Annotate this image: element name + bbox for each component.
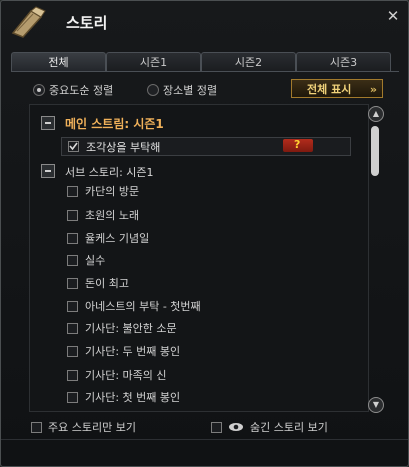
item-checkbox[interactable] bbox=[67, 186, 78, 197]
tab-season1[interactable]: 시즌1 bbox=[106, 52, 201, 72]
list-item-label: 아네스트의 부탁 - 첫번째 bbox=[85, 300, 201, 313]
collapse-minus-icon[interactable] bbox=[41, 164, 55, 178]
show-all-button[interactable]: 전체 표시 » bbox=[291, 79, 383, 98]
item-checkbox[interactable] bbox=[67, 392, 78, 403]
scroll-thumb[interactable] bbox=[371, 126, 379, 176]
item-checkbox[interactable] bbox=[67, 255, 78, 266]
checkmark-icon bbox=[69, 142, 78, 151]
item-checkbox[interactable] bbox=[68, 141, 79, 152]
list-item[interactable]: 돈이 최고 bbox=[67, 275, 347, 291]
list-item-label: 카단의 방문 bbox=[85, 185, 140, 198]
list-item-label: 기사단: 두 번째 봉인 bbox=[85, 345, 181, 358]
title-bar: 스토리 ✕ bbox=[1, 1, 408, 47]
tab-divider bbox=[11, 71, 399, 72]
list-item[interactable]: 아네스트의 부탁 - 첫번째 bbox=[67, 298, 347, 314]
tab-bar: 전체 시즌1 시즌2 시즌3 bbox=[11, 52, 397, 72]
scroll-up-icon[interactable]: ▲ bbox=[368, 106, 384, 122]
sub-story-title: 서브 스토리: 시즌1 bbox=[65, 166, 154, 179]
double-chevron-right-icon: » bbox=[369, 83, 377, 96]
main-story-header[interactable]: 메인 스트림: 시즌1 bbox=[39, 114, 369, 132]
story-window: 스토리 ✕ 전체 시즌1 시즌2 시즌3 중요도순 정렬 장소별 정렬 전체 표… bbox=[0, 0, 409, 467]
scrollbar[interactable]: ▲ ▼ bbox=[368, 104, 384, 413]
list-item-label: 실수 bbox=[85, 254, 106, 267]
footer-divider bbox=[1, 439, 408, 440]
tab-season3[interactable]: 시즌3 bbox=[296, 52, 391, 72]
list-item[interactable]: 기사단: 두 번째 봉인 bbox=[67, 343, 347, 359]
sub-story-header[interactable]: 서브 스토리: 시즌1 bbox=[39, 163, 369, 179]
list-item[interactable]: 실수 bbox=[67, 252, 347, 268]
sort-location-label: 장소별 정렬 bbox=[163, 84, 218, 97]
list-item-label: 기사단: 첫 번째 봉인 bbox=[85, 391, 181, 404]
list-item-label: 초원의 노래 bbox=[85, 209, 140, 222]
list-item-label: 돈이 최고 bbox=[85, 277, 129, 290]
main-only-toggle[interactable]: 주요 스토리만 보기 bbox=[31, 419, 136, 435]
sort-importance-radio[interactable]: 중요도순 정렬 bbox=[33, 82, 113, 98]
list-item[interactable]: 기사단: 불안한 소문 bbox=[67, 320, 347, 336]
show-all-label: 전체 표시 bbox=[307, 83, 352, 96]
list-item-label: 기사단: 마족의 신 bbox=[85, 369, 167, 382]
item-checkbox[interactable] bbox=[67, 323, 78, 334]
list-item-label: 기사단: 불안한 소문 bbox=[85, 322, 177, 335]
main-only-label: 주요 스토리만 보기 bbox=[48, 421, 136, 434]
hidden-story-label: 숨긴 스토리 보기 bbox=[250, 421, 328, 434]
main-story-item[interactable]: 조각상을 부탁해 ? bbox=[61, 137, 351, 156]
list-item-label: 율케스 기념일 bbox=[85, 232, 150, 245]
item-checkbox[interactable] bbox=[67, 301, 78, 312]
radio-unselected-icon bbox=[147, 84, 159, 96]
quest-alert-icon[interactable]: ? bbox=[283, 138, 313, 152]
list-item[interactable]: 기사단: 마족의 신 bbox=[67, 367, 347, 383]
window-title: 스토리 bbox=[66, 14, 108, 32]
footer-bar: 주요 스토리만 보기 숨긴 스토리 보기 bbox=[1, 413, 408, 437]
tab-season2[interactable]: 시즌2 bbox=[201, 52, 296, 72]
close-icon[interactable]: ✕ bbox=[386, 9, 400, 24]
eye-icon bbox=[229, 423, 243, 431]
item-checkbox[interactable] bbox=[67, 210, 78, 221]
hidden-story-checkbox[interactable] bbox=[211, 421, 222, 433]
item-checkbox[interactable] bbox=[67, 370, 78, 381]
quest-badge-text: ? bbox=[294, 138, 301, 151]
collapse-minus-icon[interactable] bbox=[41, 116, 55, 130]
hidden-story-toggle[interactable]: 숨긴 스토리 보기 bbox=[211, 419, 328, 435]
item-checkbox[interactable] bbox=[67, 278, 78, 289]
scroll-icon bbox=[11, 6, 46, 38]
sort-location-radio[interactable]: 장소별 정렬 bbox=[147, 82, 217, 98]
list-item[interactable]: 초원의 노래 bbox=[67, 207, 347, 223]
sort-importance-label: 중요도순 정렬 bbox=[49, 84, 114, 97]
scroll-down-icon[interactable]: ▼ bbox=[368, 397, 384, 413]
main-only-checkbox[interactable] bbox=[31, 421, 42, 433]
list-item[interactable]: 율케스 기념일 bbox=[67, 230, 347, 246]
main-story-item-label: 조각상을 부탁해 bbox=[86, 141, 161, 154]
tab-all[interactable]: 전체 bbox=[11, 52, 106, 72]
list-item[interactable]: 기사단: 첫 번째 봉인 bbox=[67, 389, 347, 405]
radio-selected-icon bbox=[33, 84, 45, 96]
sort-bar: 중요도순 정렬 장소별 정렬 전체 표시 » bbox=[1, 77, 408, 101]
item-checkbox[interactable] bbox=[67, 233, 78, 244]
main-story-title: 메인 스트림: 시즌1 bbox=[65, 117, 164, 131]
list-item[interactable]: 카단의 방문 bbox=[67, 183, 347, 199]
item-checkbox[interactable] bbox=[67, 346, 78, 357]
